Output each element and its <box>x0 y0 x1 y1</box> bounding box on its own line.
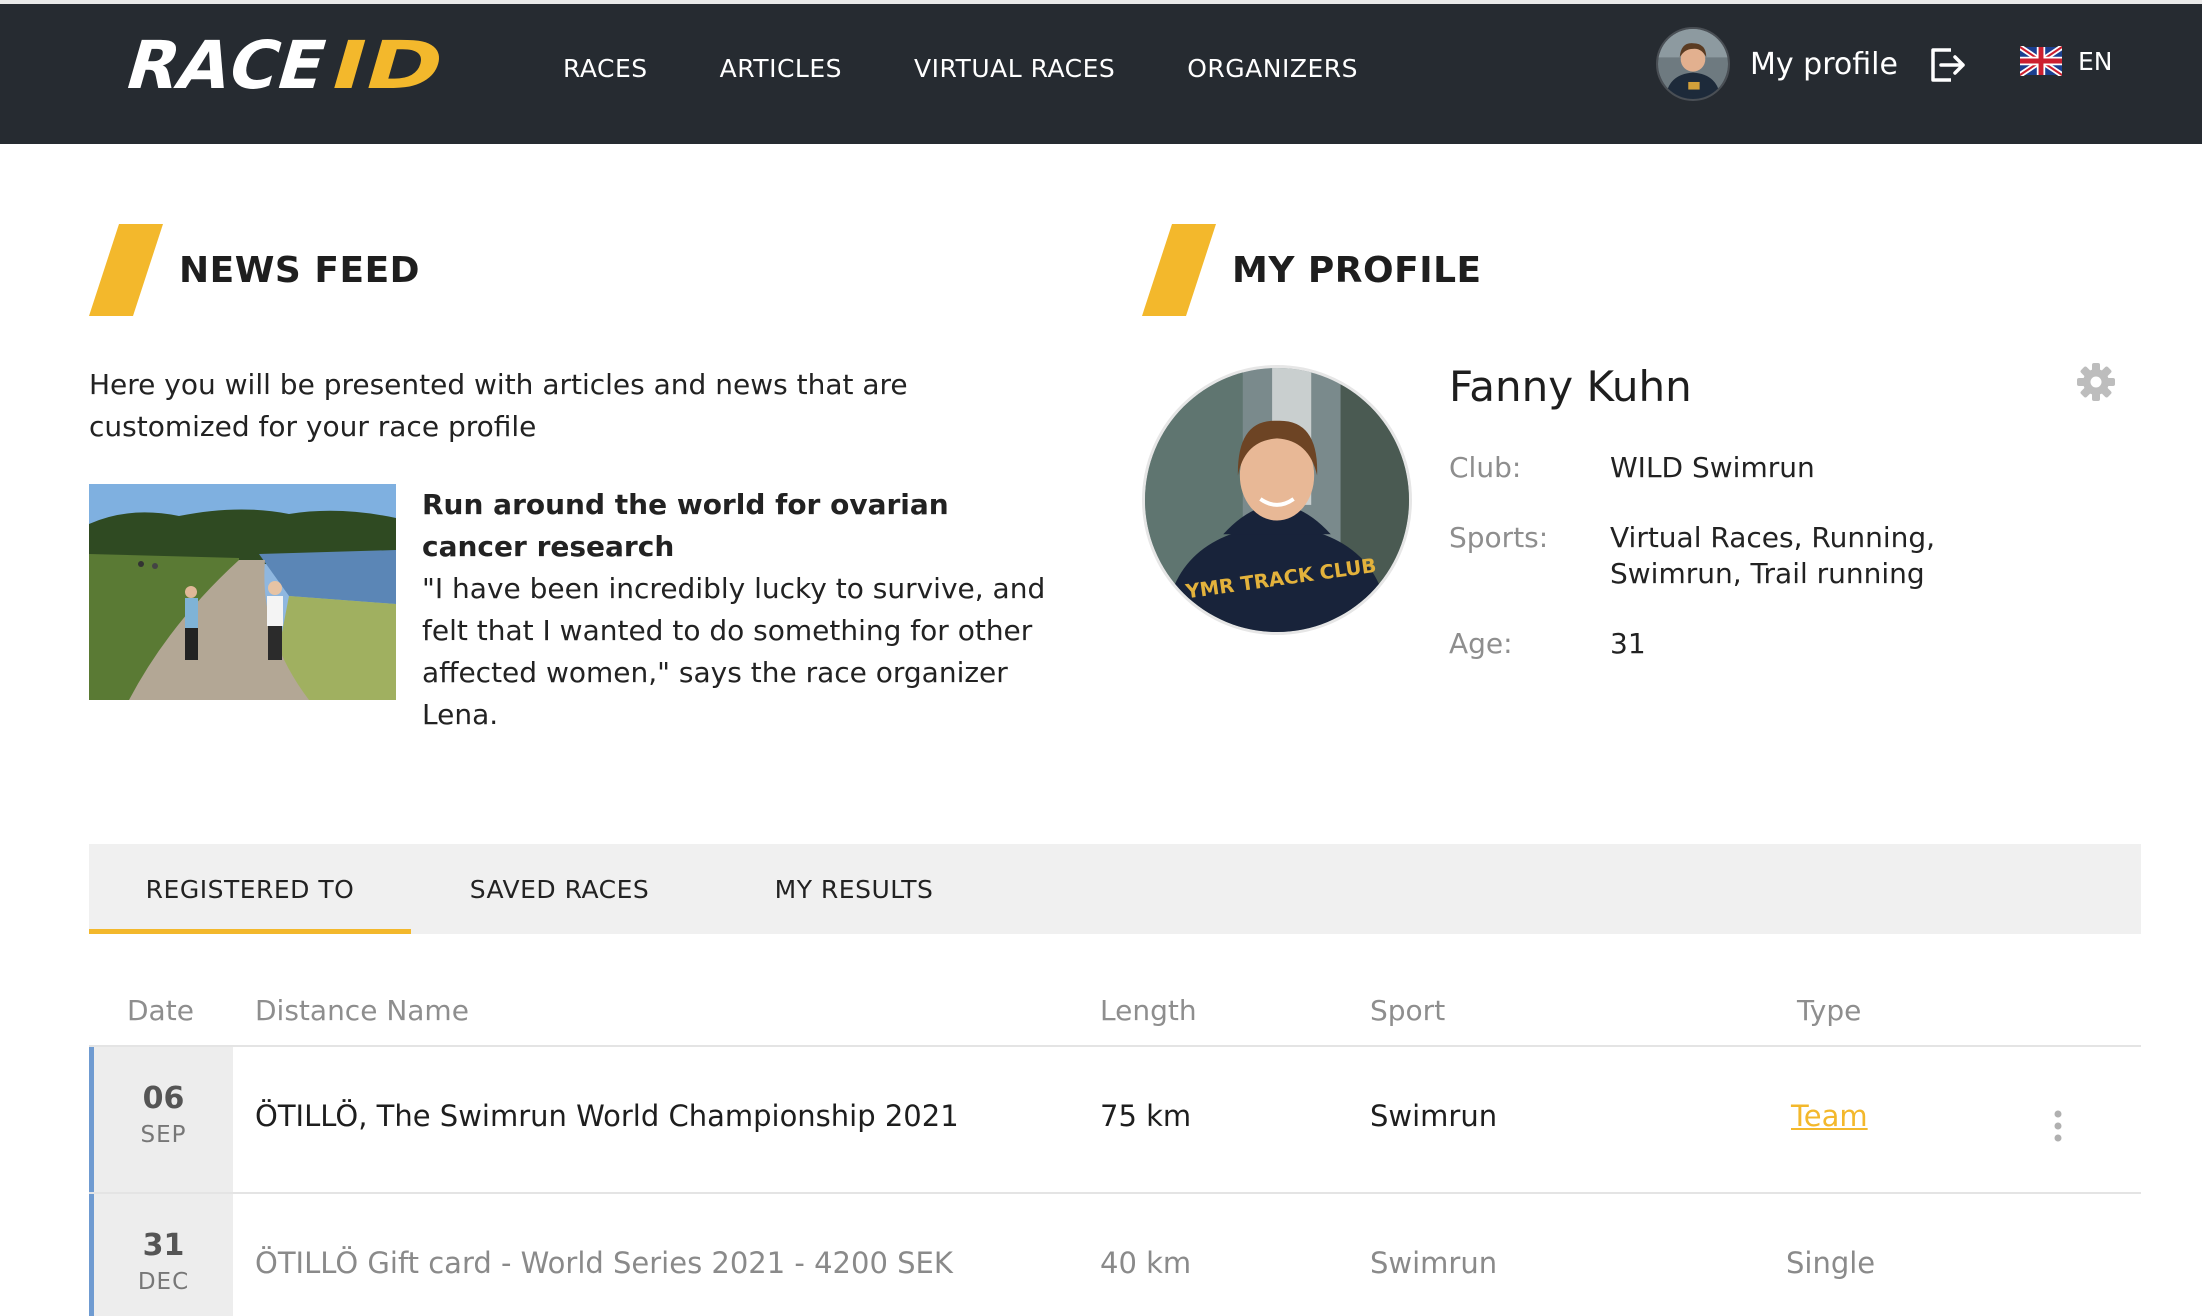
avatar <box>1656 27 1730 101</box>
more-options-icon[interactable] <box>2052 1109 2064 1143</box>
race-sport: Swimrun <box>1370 1246 1498 1280</box>
raceid-logo[interactable]: RACE ID <box>112 32 482 98</box>
top-navbar: RACE ID RACES ARTICLES VIRTUAL RACES ORG… <box>0 0 2202 144</box>
article-image[interactable] <box>89 484 396 700</box>
club-label: Club: <box>1449 451 1522 484</box>
nav-virtual-races[interactable]: VIRTUAL RACES <box>914 54 1115 83</box>
news-feed-title: NEWS FEED <box>179 249 421 291</box>
avatar-photo <box>1658 29 1728 99</box>
profile-photo: YMR TRACK CLUB <box>1142 365 1412 635</box>
uk-flag-icon <box>2020 46 2062 76</box>
age-value: 31 <box>1610 627 1646 660</box>
club-value: WILD Swimrun <box>1610 451 1815 484</box>
nav-articles[interactable]: ARTICLES <box>720 54 842 83</box>
tab-my-results[interactable]: MY RESULTS <box>708 844 1000 934</box>
sports-label: Sports: <box>1449 521 1549 554</box>
race-month: DEC <box>137 1269 190 1295</box>
my-profile-link[interactable]: My profile <box>1656 26 1898 102</box>
news-feed-intro: Here you will be presented with articles… <box>89 368 908 443</box>
tab-saved-races[interactable]: SAVED RACES <box>411 844 708 934</box>
race-type: Single <box>1786 1246 1876 1280</box>
race-month: SEP <box>140 1122 187 1148</box>
gear-icon[interactable] <box>2076 362 2116 402</box>
main-nav: RACES ARTICLES VIRTUAL RACES ORGANIZERS <box>563 4 1430 132</box>
article-title[interactable]: Run around the world for ovarian cancer … <box>422 484 1062 568</box>
race-length: 40 km <box>1100 1246 1192 1280</box>
race-day: 06 <box>142 1081 185 1116</box>
nav-races[interactable]: RACES <box>563 54 648 83</box>
race-sport: Swimrun <box>1370 1099 1498 1133</box>
my-profile-title: MY PROFILE <box>1232 249 1482 291</box>
heading-stripe-icon <box>1142 224 1216 316</box>
race-length: 75 km <box>1100 1099 1192 1133</box>
age-label: Age: <box>1449 627 1513 660</box>
svg-text:ID: ID <box>321 32 453 98</box>
svg-text:RACE: RACE <box>117 32 335 98</box>
table-row[interactable]: 06 SEP ÖTILLÖ, The Swimrun World Champio… <box>89 1047 2141 1192</box>
article-photo <box>89 484 396 700</box>
language-code: EN <box>2078 46 2113 76</box>
race-type-link[interactable]: Team <box>1791 1099 1868 1133</box>
race-distance-name[interactable]: ÖTILLÖ, The Swimrun World Championship 2… <box>255 1099 959 1133</box>
table-row[interactable]: 31 DEC ÖTILLÖ Gift card - World Series 2… <box>89 1194 2141 1316</box>
profile-name: Fanny Kuhn <box>1449 362 1692 411</box>
race-date: 06 SEP <box>89 1047 233 1192</box>
raceid-logo-icon: RACE ID <box>117 32 453 98</box>
article-teaser[interactable]: Run around the world for ovarian cancer … <box>422 484 1062 736</box>
profile-sports-row: Sports: Virtual Races, Running, Swimrun,… <box>1449 520 2010 592</box>
race-date: 31 DEC <box>89 1194 233 1316</box>
my-profile-label: My profile <box>1750 46 1898 82</box>
races-tabs: REGISTERED TO SAVED RACES MY RESULTS <box>89 844 2141 934</box>
column-date: Date <box>127 994 194 1027</box>
tab-registered-to[interactable]: REGISTERED TO <box>89 844 411 934</box>
column-length: Length <box>1100 994 1197 1027</box>
my-profile-heading: MY PROFILE <box>1142 224 1482 316</box>
sports-value: Virtual Races, Running, Swimrun, Trail r… <box>1610 521 1936 590</box>
profile-age-row: Age: 31 <box>1449 626 2010 662</box>
news-feed-heading: NEWS FEED <box>89 224 420 316</box>
logout-icon[interactable] <box>1927 44 1969 86</box>
profile-club-row: Club: WILD Swimrun <box>1449 450 2010 486</box>
column-sport: Sport <box>1370 994 1446 1027</box>
article-excerpt: "I have been incredibly lucky to survive… <box>422 572 1046 731</box>
race-day: 31 <box>142 1228 185 1263</box>
race-distance-name[interactable]: ÖTILLÖ Gift card - World Series 2021 - 4… <box>255 1246 953 1280</box>
nav-organizers[interactable]: ORGANIZERS <box>1187 54 1358 83</box>
column-type: Type <box>1797 994 1862 1027</box>
language-selector[interactable]: EN <box>2020 46 2113 76</box>
column-distance-name: Distance Name <box>255 994 469 1027</box>
heading-stripe-icon <box>89 224 163 316</box>
profile-portrait: YMR TRACK CLUB <box>1145 368 1409 632</box>
